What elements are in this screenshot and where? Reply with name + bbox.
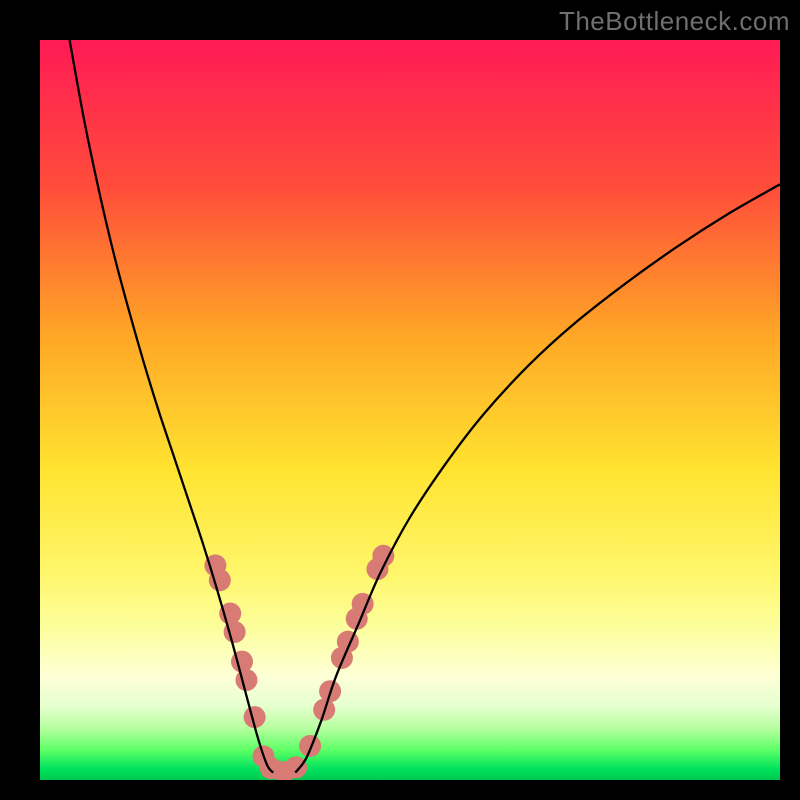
chart-frame: TheBottleneck.com (0, 0, 800, 800)
data-marker (235, 669, 257, 691)
watermark-text: TheBottleneck.com (559, 6, 790, 37)
data-marker (372, 545, 394, 567)
data-marker (299, 735, 321, 757)
bottleneck-chart (0, 0, 800, 800)
plot-background (40, 40, 780, 780)
data-marker (285, 756, 307, 778)
